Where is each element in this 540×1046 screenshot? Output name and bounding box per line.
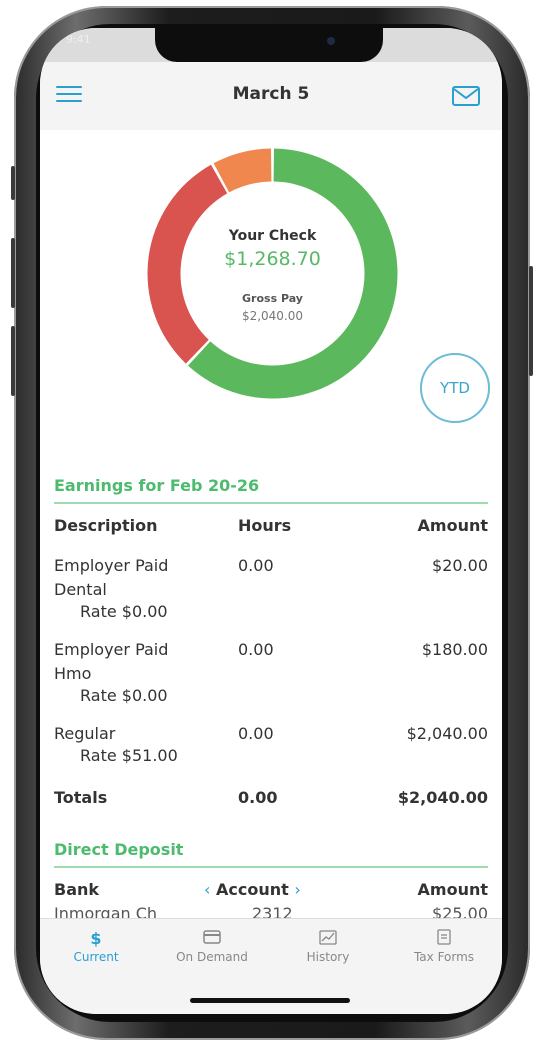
- account-selector[interactable]: ‹ Account ›: [204, 880, 301, 899]
- deposit-amount: $25.00: [432, 906, 488, 918]
- col-hours: Hours: [238, 516, 292, 535]
- tab-tax-forms[interactable]: Tax Forms: [394, 929, 494, 964]
- totals-hours: 0.00: [238, 788, 278, 807]
- tax-form-icon: [394, 929, 494, 949]
- earnings-row: Employer Paid Dental Rate $0.00 0.00 $20…: [54, 556, 488, 636]
- col-deposit-amount: Amount: [417, 880, 488, 899]
- row-hours: 0.00: [238, 640, 274, 659]
- mail-icon[interactable]: [452, 86, 480, 106]
- col-amount: Amount: [417, 516, 488, 535]
- earnings-row: Regular Rate $51.00 0.00 $2,040.00: [54, 724, 488, 774]
- chevron-right-icon[interactable]: ›: [294, 880, 300, 899]
- row-description-2: Hmo: [54, 664, 92, 683]
- deposit-row: Inmorgan Ch 2312 $25.00: [54, 906, 488, 918]
- page-title: March 5: [232, 84, 310, 104]
- camera-icon: [327, 37, 335, 45]
- row-amount: $20.00: [432, 556, 488, 575]
- row-description-2: Dental: [54, 580, 107, 599]
- notch: [155, 28, 383, 62]
- your-check-label: Your Check: [228, 228, 317, 244]
- status-time: 9:41: [66, 33, 91, 46]
- row-description: Regular: [54, 724, 116, 743]
- gross-pay-amount: $2,040.00: [241, 309, 304, 323]
- earnings-divider: [54, 502, 488, 504]
- earnings-totals-row: Totals 0.00 $2,040.00: [54, 788, 488, 810]
- dollar-icon: $: [90, 929, 102, 948]
- deposit-divider: [54, 866, 488, 868]
- ytd-button[interactable]: YTD: [420, 353, 490, 423]
- volume-up-button: [11, 238, 15, 308]
- deposit-header-row: Bank ‹ Account › Amount: [54, 880, 488, 902]
- row-amount: $180.00: [421, 640, 488, 659]
- deposit-bank: Inmorgan Ch: [54, 906, 158, 918]
- earnings-row: Employer Paid Hmo Rate $0.00 0.00 $180.0…: [54, 640, 488, 720]
- deposit-account: 2312: [252, 906, 293, 918]
- totals-label: Totals: [54, 788, 108, 807]
- row-amount: $2,040.00: [406, 724, 488, 743]
- gross-pay-label: Gross Pay: [242, 292, 303, 305]
- volume-down-button: [11, 326, 15, 396]
- donut-center: Your Check $1,268.70 Gross Pay $2,040.00: [145, 146, 400, 401]
- tab-current[interactable]: $ Current: [46, 929, 146, 964]
- row-hours: 0.00: [238, 556, 274, 575]
- tab-label: Tax Forms: [413, 950, 475, 964]
- tab-on-demand[interactable]: On Demand: [162, 929, 262, 964]
- tab-label: Current: [73, 950, 119, 964]
- row-description: Employer Paid: [54, 556, 169, 575]
- history-icon: [278, 929, 378, 949]
- tab-label: History: [306, 950, 350, 964]
- tab-history[interactable]: History: [278, 929, 378, 964]
- row-rate: Rate $0.00: [80, 686, 168, 705]
- home-indicator: [190, 998, 350, 1003]
- tab-label: On Demand: [176, 950, 248, 964]
- chevron-left-icon[interactable]: ‹: [204, 880, 210, 899]
- row-rate: Rate $51.00: [80, 746, 178, 765]
- col-description: Description: [54, 516, 158, 535]
- deposit-title: Direct Deposit: [54, 840, 184, 859]
- earnings-title: Earnings for Feb 20-26: [54, 476, 260, 495]
- app-screen: 9:41 March 5 Your Check $1,268.70 Gross …: [40, 28, 502, 1014]
- col-bank: Bank: [54, 880, 100, 899]
- side-button: [11, 166, 15, 200]
- your-check-amount: $1,268.70: [224, 248, 321, 270]
- row-rate: Rate $0.00: [80, 602, 168, 621]
- card-icon: [162, 929, 262, 949]
- app-header: March 5: [40, 62, 502, 130]
- col-account: Account: [215, 880, 289, 899]
- totals-amount: $2,040.00: [397, 788, 488, 807]
- power-button: [529, 266, 533, 376]
- row-description: Employer Paid: [54, 640, 169, 659]
- row-hours: 0.00: [238, 724, 274, 743]
